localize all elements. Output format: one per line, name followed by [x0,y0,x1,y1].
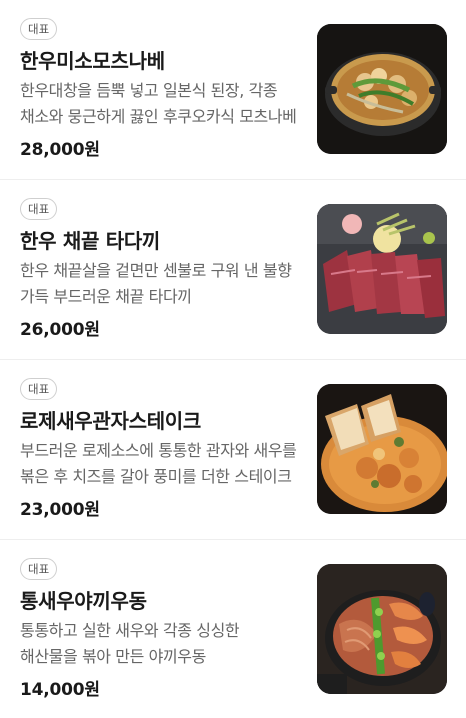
signature-badge: 대표 [20,18,58,40]
signature-badge: 대표 [20,558,58,580]
menu-item-rose-shrimp-scallop-steak[interactable]: 대표 로제새우관자스테이크 부드러운 로제소스에 통통한 관자와 새우를 볶은 … [0,360,466,540]
menu-item-title: 한우 채끝 타다끼 [20,229,161,253]
menu-item-title: 한우미소모츠나베 [20,49,165,73]
rose-shrimp-scallop-photo[interactable] [317,384,447,514]
menu-list: 대표 한우미소모츠나베 한우대창을 듬뿍 넣고 일본식 된장, 각종 채소와 뭉… [0,0,466,718]
menu-item-whole-shrimp-yaki-udon[interactable]: 대표 통새우야끼우동 통통하고 실한 새우와 각종 싱싱한 해산물을 볶아 만든… [0,540,466,718]
signature-badge: 대표 [20,198,58,220]
menu-item-description: 부드러운 로제소스에 통통한 관자와 새우를 볶은 후 치즈를 갈아 풍미를 더… [20,441,297,486]
yaki-udon-photo[interactable] [317,564,447,694]
menu-item-price: 14,000원 [20,680,100,700]
menu-item-title: 통새우야끼우동 [20,589,147,613]
signature-badge: 대표 [20,378,58,400]
menu-item-price: 23,000원 [20,500,100,520]
menu-item-title: 로제새우관자스테이크 [20,409,201,433]
yaki-udon-photo-graphic [317,564,447,694]
menu-item-description: 통통하고 실한 새우와 각종 싱싱한 해산물을 볶아 만든 야끼우동 [20,621,240,666]
beef-tataki-photo-graphic [317,204,447,334]
menu-item-description: 한우 채끝살을 겉면만 센불로 구워 낸 불향 가득 부드러운 채끝 타다끼 [20,261,292,306]
menu-item-description: 한우대창을 듬뿍 넣고 일본식 된장, 각종 채소와 뭉근하게 끓인 후쿠오카식… [20,81,297,126]
hot-pot-photo[interactable] [317,24,447,154]
menu-item-hanwoo-miso-motsunabe[interactable]: 대표 한우미소모츠나베 한우대창을 듬뿍 넣고 일본식 된장, 각종 채소와 뭉… [0,0,466,180]
menu-item-price: 26,000원 [20,320,100,340]
menu-item-hanwoo-chaekkeut-tataki[interactable]: 대표 한우 채끝 타다끼 한우 채끝살을 겉면만 센불로 구워 낸 불향 가득 … [0,180,466,360]
hot-pot-photo-graphic [317,24,447,154]
rose-shrimp-scallop-photo-graphic [317,384,447,514]
beef-tataki-photo[interactable] [317,204,447,334]
menu-item-price: 28,000원 [20,140,100,160]
